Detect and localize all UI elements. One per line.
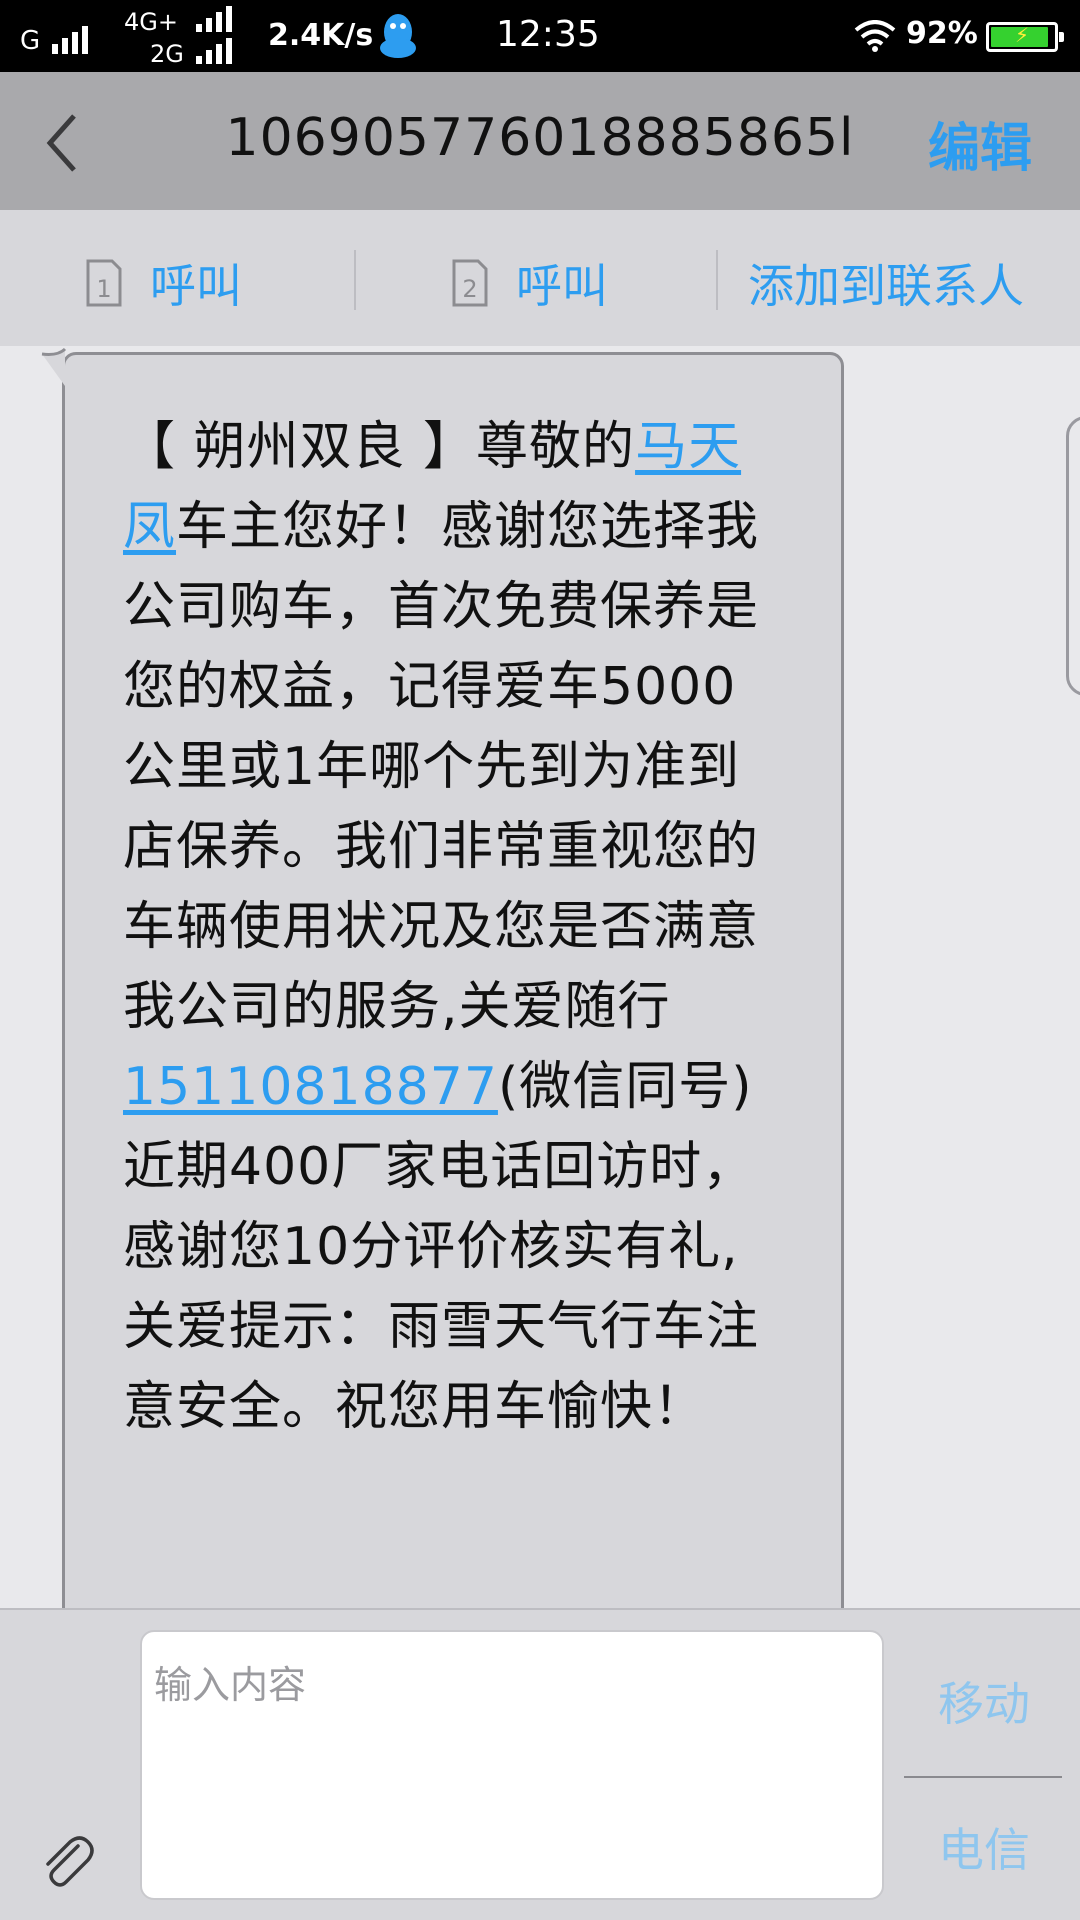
svg-text:1: 1	[96, 275, 111, 303]
conversation-header: 106905776018885865l 编辑	[0, 72, 1080, 210]
battery-percent: 92%	[906, 16, 978, 51]
clock: 12:35	[496, 14, 600, 55]
edit-button[interactable]: 编辑	[928, 106, 1032, 181]
message-text-part: 车主您好！感谢您选择我公司购车，首次免费保养是您的权益，记得爱车5000公里或1…	[123, 497, 760, 1037]
call-sim1-label: 呼叫	[150, 259, 242, 313]
signal-icon	[196, 6, 232, 32]
network-type-2-top: 4G+	[124, 8, 178, 36]
wifi-icon	[854, 20, 896, 52]
signal-icon	[52, 24, 88, 54]
network-speed: 2.4K/s	[268, 18, 374, 53]
call-sim2-label: 呼叫	[516, 259, 608, 313]
contact-action-bar: 1 呼叫 2 呼叫 添加到联系人	[0, 210, 1080, 346]
sim-card-2-icon: 2	[452, 259, 488, 307]
phone-number-link[interactable]: 15110818877	[123, 1057, 498, 1117]
sim-card-1-icon: 1	[86, 259, 122, 307]
divider	[716, 250, 718, 310]
add-to-contacts-button[interactable]: 添加到联系人	[748, 250, 1024, 316]
message-bubble[interactable]: 【 朔州双良 】尊敬的马天凤车主您好！感谢您选择我公司购车，首次免费保养是您的权…	[62, 352, 844, 1610]
bubble-tail	[41, 347, 67, 386]
call-sim1-button[interactable]: 1 呼叫	[84, 250, 242, 316]
divider	[904, 1776, 1062, 1778]
message-text-part: 【 朔州双良 】尊敬的	[123, 417, 636, 477]
send-via-telecom-button[interactable]: 电信	[904, 1814, 1064, 1880]
message-input-placeholder: 输入内容	[154, 1663, 307, 1707]
sender-number-title: 106905776018885865l	[225, 108, 855, 168]
svg-text:2: 2	[462, 275, 477, 303]
call-sim2-button[interactable]: 2 呼叫	[450, 250, 608, 316]
battery-icon: ⚡	[986, 22, 1064, 52]
network-type-1: G	[20, 26, 41, 56]
message-list[interactable]: 【 朔州双良 】尊敬的马天凤车主您好！感谢您选择我公司购车，首次免费保养是您的权…	[0, 346, 1080, 1610]
divider	[354, 250, 356, 310]
signal-icon	[196, 38, 232, 64]
composer-bar: 输入内容 移动 电信	[0, 1608, 1080, 1920]
next-message-bubble-edge	[1066, 416, 1080, 696]
send-via-mobile-button[interactable]: 移动	[904, 1668, 1064, 1734]
paperclip-icon[interactable]	[38, 1832, 96, 1890]
qq-icon	[380, 14, 416, 58]
message-text: 【 朔州双良 】尊敬的马天凤车主您好！感谢您选择我公司购车，首次免费保养是您的权…	[123, 407, 783, 1447]
add-to-contacts-label: 添加到联系人	[748, 259, 1024, 313]
status-bar: G 4G+ 2G 2.4K/s 12:35 92% ⚡	[0, 0, 1080, 72]
message-input[interactable]: 输入内容	[140, 1630, 884, 1900]
network-type-2-bottom: 2G	[150, 40, 184, 68]
charging-icon: ⚡	[1014, 23, 1030, 47]
